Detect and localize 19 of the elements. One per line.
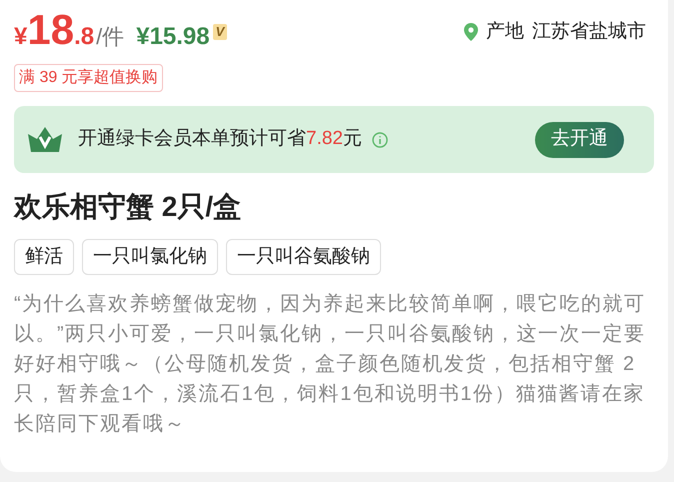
origin-value: 江苏省盐城市: [532, 20, 646, 44]
location-pin-icon: [464, 23, 478, 41]
product-tag: 一只叫谷氨酸钠: [226, 239, 381, 275]
membership-savings-text: 开通绿卡会员本单预计可省7.82元: [78, 127, 362, 152]
promo-tag: 满 39 元享超值换购: [14, 64, 163, 92]
origin-label: 产地: [486, 20, 524, 44]
price-decimal: .8: [74, 22, 94, 52]
member-badge: V: [212, 24, 228, 40]
product-tag: 鲜活: [14, 239, 74, 275]
price-currency: ¥: [14, 22, 28, 52]
member-price: ¥15.98: [136, 22, 210, 52]
product-title: 欢乐相守蟹 2只/盒: [14, 190, 242, 224]
price-integer: 18: [27, 9, 74, 51]
activate-membership-button[interactable]: 去开通: [535, 122, 624, 158]
product-description: “为什么喜欢养螃蟹做宠物，因为养起来比较简单啊，喂它吃的就可以。”两只小可爱，一只叫氯化钠，一只叫谷氨酸钠，这一次一定要好好相守哦～（公母随机发货，盒子颜色随机发货，包括相守蟹 2 只，暂养盒1个，溪流石1包，饲料1包和说明书1份）猫猫酱请在家长陪同下观看哦～: [14, 292, 647, 437]
product-tag: 一只叫氯化钠: [82, 239, 218, 275]
crown-icon: [26, 126, 64, 154]
info-icon: [372, 132, 388, 148]
price-unit: /件: [96, 23, 124, 51]
